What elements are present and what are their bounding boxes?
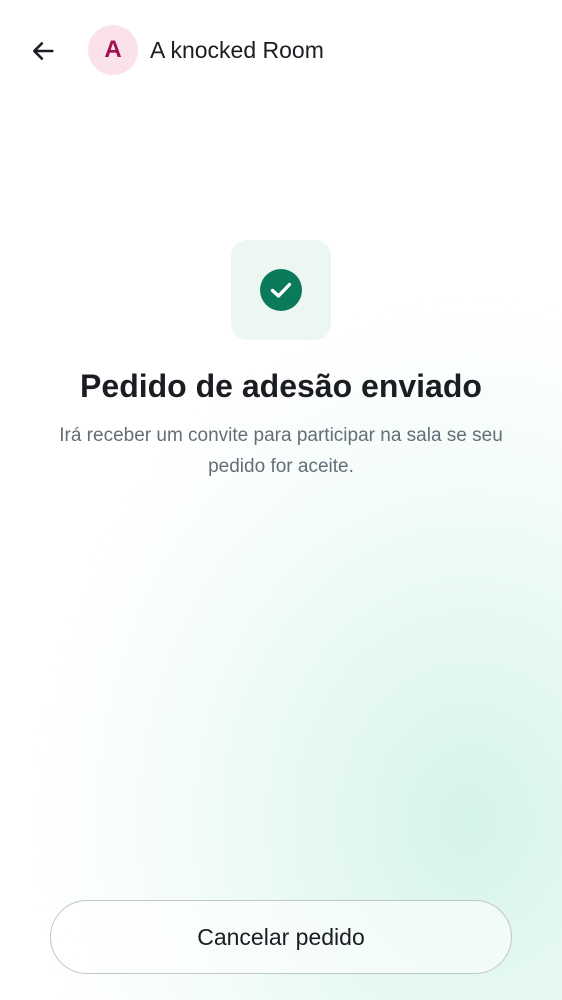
cancel-request-button[interactable]: Cancelar pedido (50, 900, 512, 974)
check-circle-icon (260, 269, 302, 311)
status-description: Irá receber um convite para participar n… (59, 425, 503, 477)
page-title: Pedido de adesão enviado (80, 368, 482, 404)
back-button[interactable] (22, 30, 64, 72)
avatar: A (88, 25, 138, 75)
status-icon-tile (231, 240, 331, 340)
room-name: A knocked Room (150, 37, 324, 63)
background-gradient (0, 0, 562, 1000)
arrow-left-icon (32, 42, 54, 60)
top-app-bar: A A knocked Room (0, 0, 562, 100)
